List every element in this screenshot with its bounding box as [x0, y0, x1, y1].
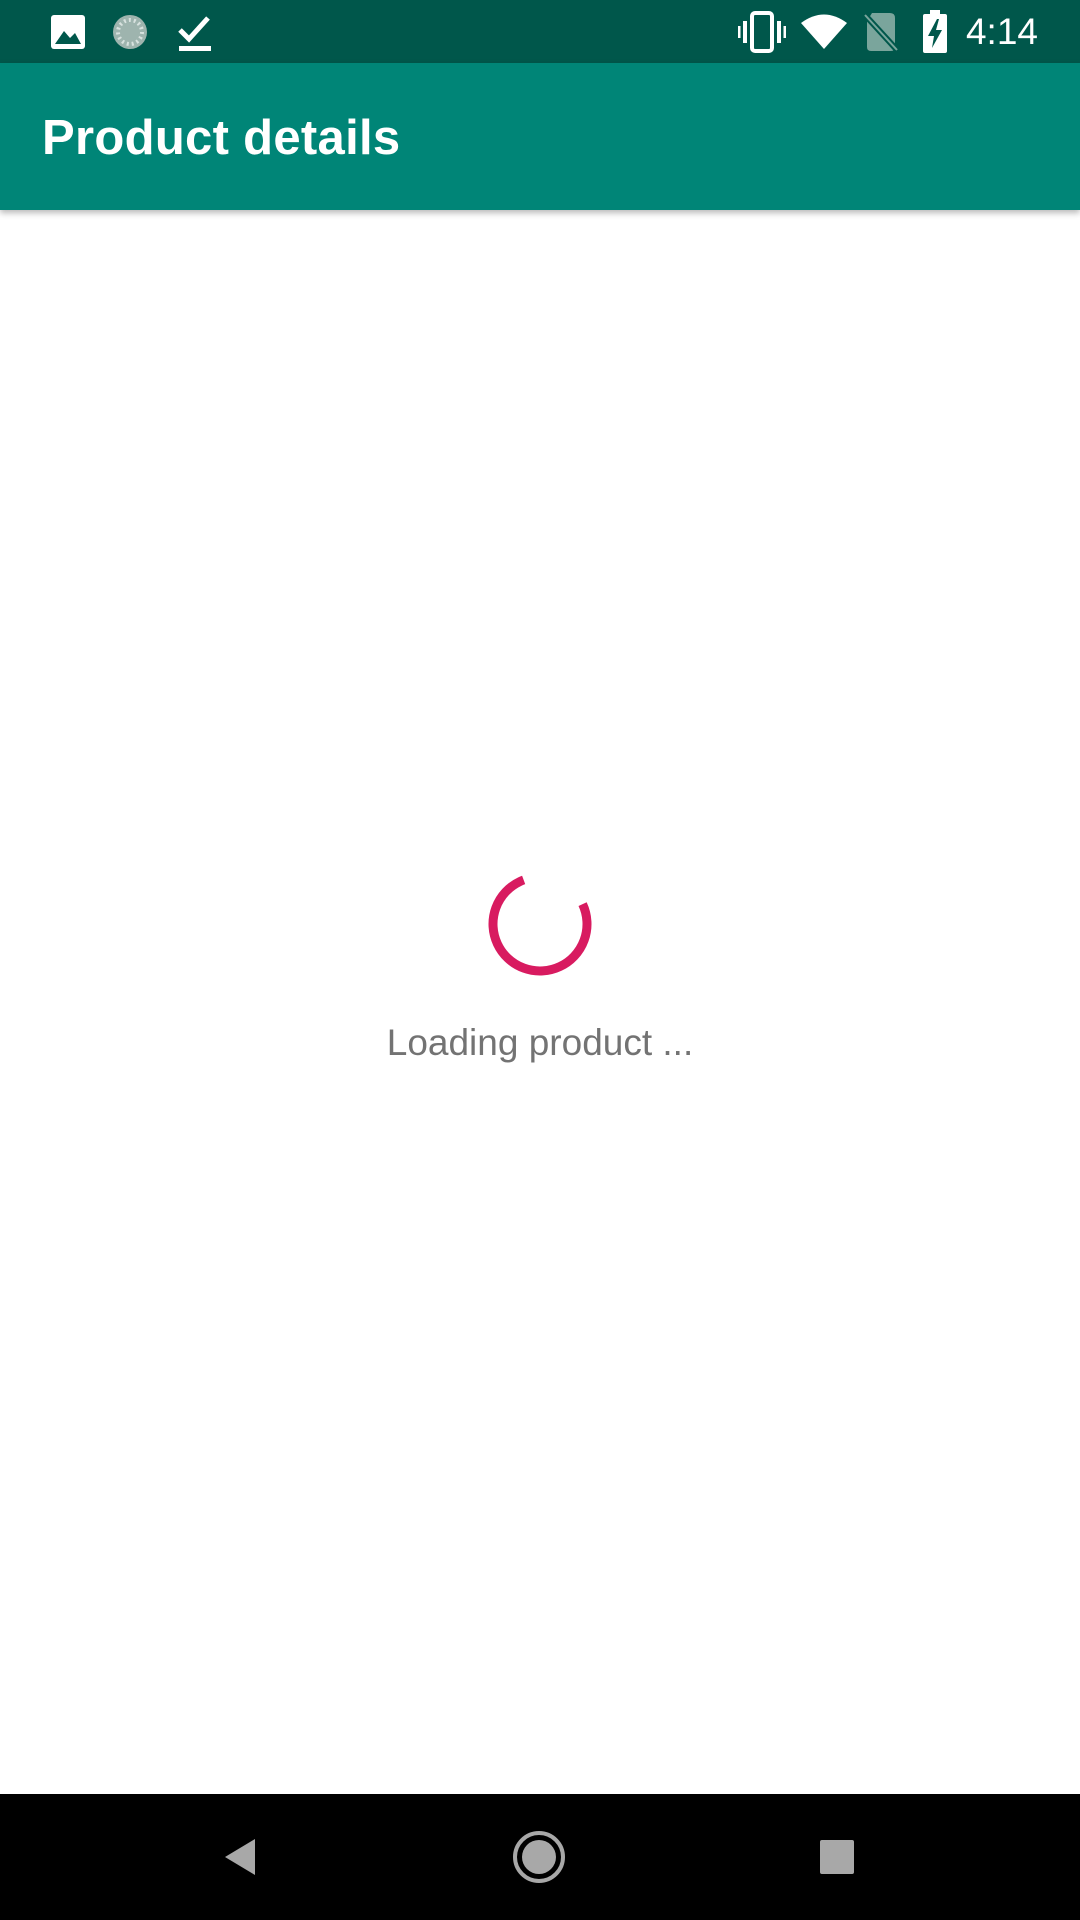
- download-done-icon: [178, 16, 211, 51]
- loading-message: Loading product ...: [386, 1022, 694, 1063]
- recents-square-icon: [820, 1840, 854, 1874]
- loading-circle-icon: [113, 15, 147, 49]
- battery-charging-icon: [923, 10, 947, 53]
- status-bar: 4:14: [0, 0, 1080, 63]
- navigation-bar: [0, 1794, 1080, 1920]
- home-circle-icon: [513, 1831, 565, 1883]
- back-button[interactable]: [196, 1812, 286, 1902]
- home-button[interactable]: [494, 1812, 584, 1902]
- recents-button[interactable]: [792, 1812, 882, 1902]
- no-sim-icon: [864, 12, 898, 52]
- page-title: Product details: [42, 111, 401, 165]
- back-triangle-icon: [225, 1839, 255, 1875]
- status-time: 4:14: [965, 11, 1038, 52]
- image-icon: [51, 15, 85, 49]
- wifi-icon: [801, 14, 847, 49]
- progress-spinner-icon: [488, 872, 592, 976]
- app-bar: Product details: [0, 63, 1080, 210]
- vibrate-icon: [738, 11, 786, 53]
